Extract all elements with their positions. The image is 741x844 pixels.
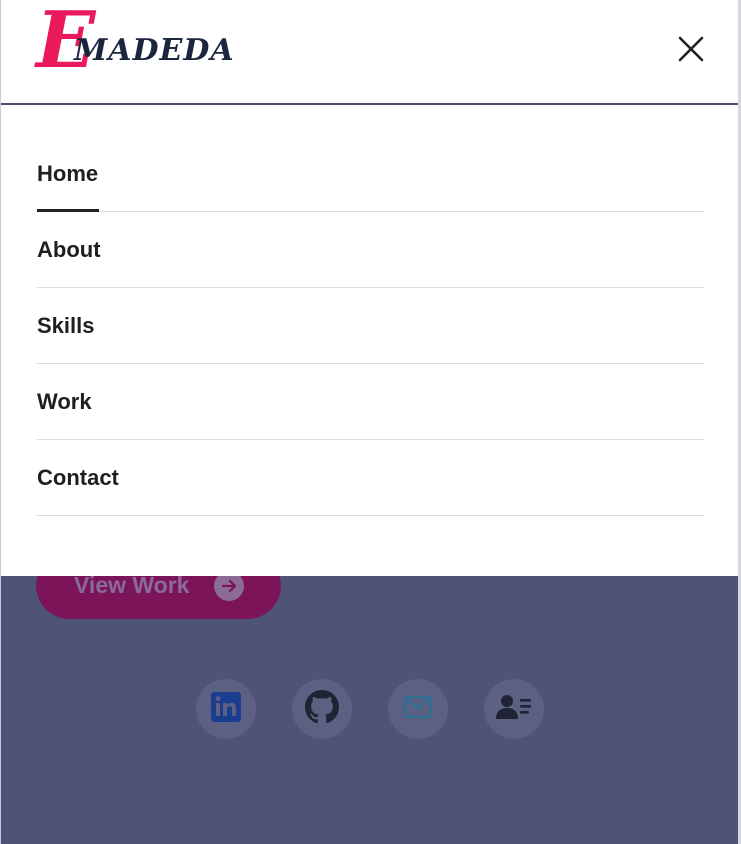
github-icon bbox=[305, 689, 339, 729]
resume-link[interactable] bbox=[484, 679, 544, 739]
mail-icon bbox=[403, 695, 433, 724]
nav-item-home: Home bbox=[37, 136, 704, 212]
nav-link-contact[interactable]: Contact bbox=[37, 440, 119, 515]
mobile-nav-menu: E MADEDA Home About Skills Work Contact bbox=[1, 0, 738, 576]
linkedin-icon bbox=[211, 691, 241, 727]
nav-link-skills[interactable]: Skills bbox=[37, 288, 94, 363]
nav-link-work[interactable]: Work bbox=[37, 364, 92, 439]
nav-item-about: About bbox=[37, 212, 704, 288]
email-link[interactable] bbox=[388, 679, 448, 739]
nav-item-contact: Contact bbox=[37, 440, 704, 516]
close-menu-button[interactable] bbox=[672, 32, 710, 70]
logo-text: MADEDA bbox=[74, 33, 235, 68]
nav-item-skills: Skills bbox=[37, 288, 704, 364]
github-link[interactable] bbox=[292, 679, 352, 739]
close-icon bbox=[678, 36, 704, 67]
resume-icon bbox=[496, 693, 532, 726]
site-logo[interactable]: E MADEDA bbox=[36, 2, 276, 82]
linkedin-link[interactable] bbox=[196, 679, 256, 739]
nav-item-work: Work bbox=[37, 364, 704, 440]
nav-link-home[interactable]: Home bbox=[37, 136, 98, 211]
header-divider bbox=[1, 103, 738, 105]
nav-link-about[interactable]: About bbox=[37, 212, 101, 287]
